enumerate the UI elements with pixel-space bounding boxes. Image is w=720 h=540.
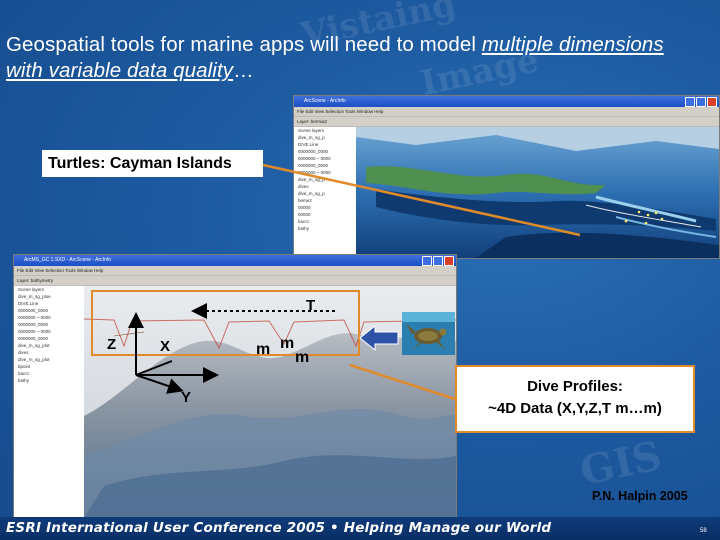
x-axis-label: X xyxy=(160,338,171,355)
turtles-cayman-label: Turtles: Cayman Islands xyxy=(42,150,263,177)
z-axis-label: Z xyxy=(107,336,117,353)
dive-profiles-box: Dive Profiles: ~4D Data (X,Y,Z,T m…m) xyxy=(455,365,695,433)
m-label: m xyxy=(256,341,271,358)
turtle-leader-line xyxy=(262,163,581,237)
footer-text: ESRI International User Conference 2005 … xyxy=(6,520,552,536)
slide: Vistaing Image GIS Geospatial tools for … xyxy=(0,0,720,540)
annotation-overlay xyxy=(128,163,581,401)
y-axis-label: Y xyxy=(181,389,192,406)
y-axis-arrow xyxy=(135,360,173,376)
dive-profiles-title: Dive Profiles: xyxy=(527,378,623,395)
dive-profiles-subtitle: ~4D Data (X,Y,Z,T m…m) xyxy=(488,400,662,417)
blue-arrow-icon xyxy=(359,324,399,352)
m-label: m xyxy=(295,349,310,366)
y-axis-arrow-diag xyxy=(135,374,184,394)
m-label: m xyxy=(280,335,295,352)
sea-turtle-photo xyxy=(402,312,455,355)
page-number: 58 xyxy=(700,528,707,534)
t-axis-label: T xyxy=(306,297,316,314)
footer-bar: ESRI International User Conference 2005 … xyxy=(0,517,720,540)
author-credit: P.N. Halpin 2005 xyxy=(592,489,688,503)
dive-leader-line xyxy=(349,363,456,401)
